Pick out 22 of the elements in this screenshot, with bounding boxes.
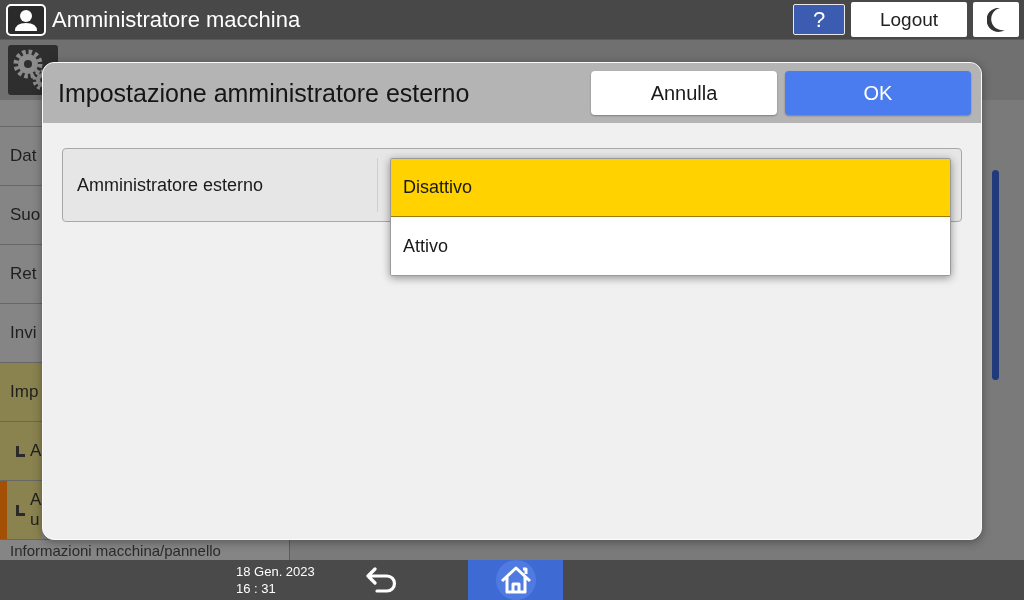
dropdown-option[interactable]: Disattivo <box>391 159 950 217</box>
user-icon <box>6 3 46 36</box>
sidebar-item[interactable]: Imp <box>0 362 42 421</box>
ok-button[interactable]: OK <box>785 71 971 115</box>
corner-icon <box>16 445 25 457</box>
moon-button[interactable] <box>973 2 1019 37</box>
dialog-title: Impostazione amministratore esterno <box>58 78 471 108</box>
time-text: 16 : 31 <box>236 580 277 597</box>
sidebar-subitem[interactable]: A u <box>0 480 42 539</box>
setting-label: Amministratore esterno <box>77 174 265 196</box>
corner-icon <box>16 504 25 516</box>
date-text: 18 Gen. 2023 <box>236 563 316 580</box>
help-button[interactable]: ? <box>793 4 845 35</box>
sidebar-subitem[interactable]: A <box>0 421 42 480</box>
home-icon <box>495 560 536 600</box>
cancel-button[interactable]: Annulla <box>591 71 777 115</box>
dropdown-option[interactable]: Attivo <box>391 217 950 275</box>
app-title: Amministratore macchina <box>52 6 302 33</box>
back-arrow-icon <box>365 567 399 593</box>
logout-button[interactable]: Logout <box>851 2 967 37</box>
home-button[interactable] <box>468 560 563 600</box>
moon-icon <box>987 7 1005 32</box>
